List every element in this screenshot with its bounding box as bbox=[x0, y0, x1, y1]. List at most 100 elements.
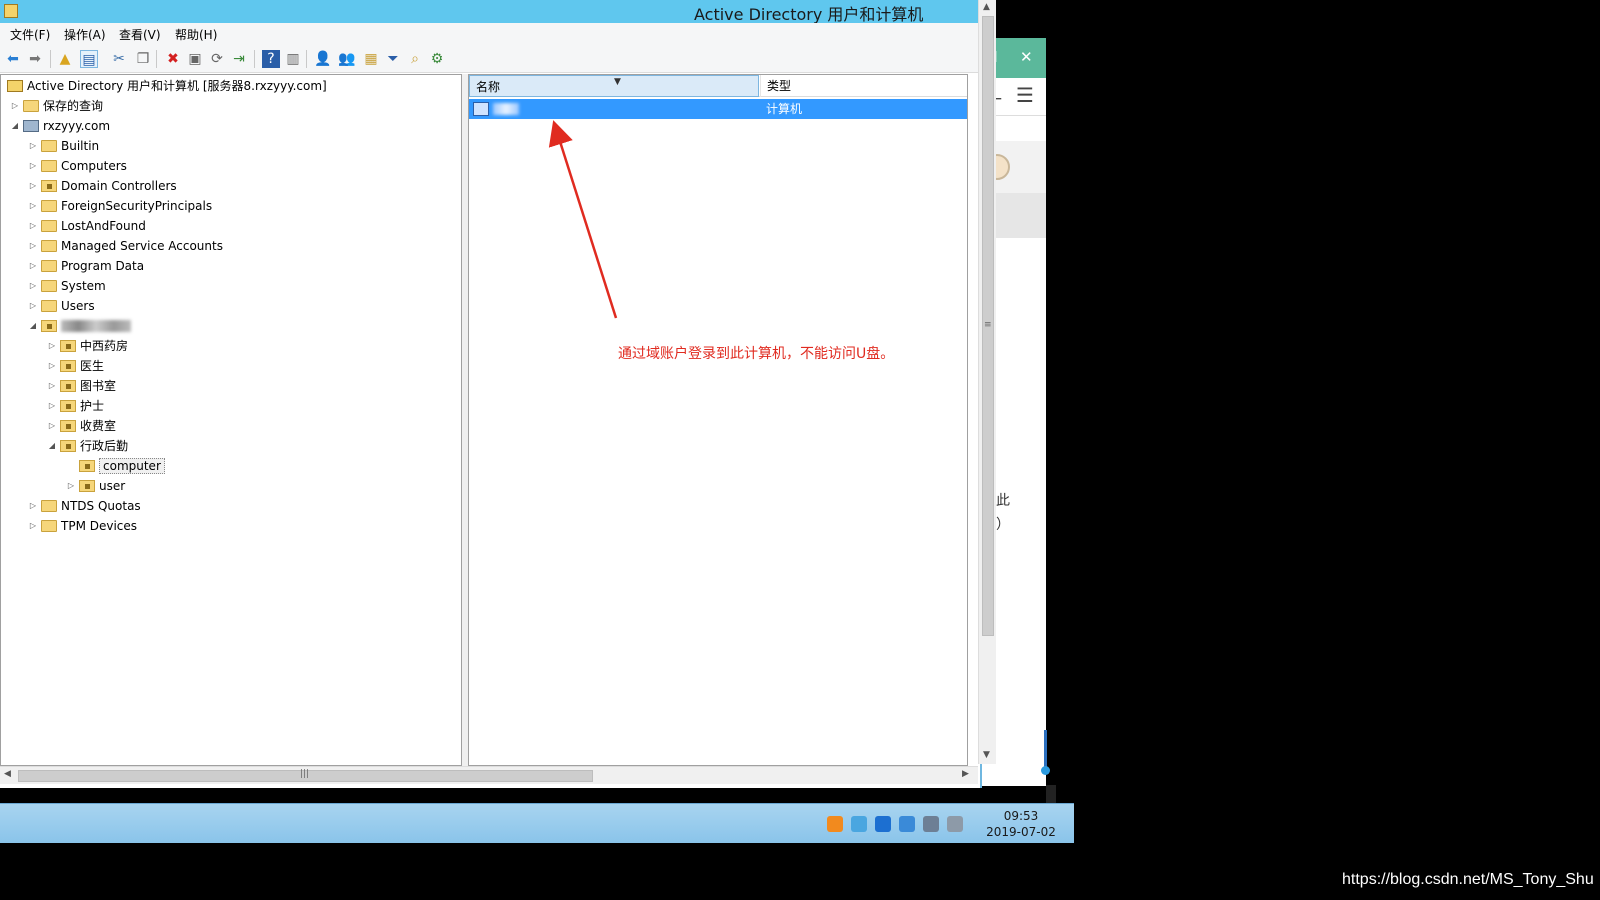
expand-arrow-icon[interactable]: ▷ bbox=[27, 296, 39, 316]
app-icon[interactable] bbox=[4, 4, 18, 18]
expand-arrow-icon[interactable]: ▷ bbox=[46, 356, 58, 376]
scroll-up-icon[interactable]: ▲ bbox=[983, 2, 990, 12]
new-group-icon[interactable]: 👥 bbox=[338, 50, 356, 68]
tree-item-program-data[interactable]: ▷ Program Data bbox=[27, 256, 144, 276]
tree-item-ou[interactable]: ▷ 中西药房 bbox=[46, 336, 128, 356]
tree-item-ou[interactable]: ▷ 护士 bbox=[46, 396, 104, 416]
expand-arrow-icon[interactable]: ▷ bbox=[27, 256, 39, 276]
tree-item-ou[interactable]: ◢ 行政后勤 bbox=[46, 436, 128, 456]
tree-item-ou[interactable]: ▷ 图书室 bbox=[46, 376, 116, 396]
expand-arrow-icon[interactable]: ▷ bbox=[27, 156, 39, 176]
tree-item-foreign-security-principals[interactable]: ▷ ForeignSecurityPrincipals bbox=[27, 196, 212, 216]
close-icon[interactable]: ✕ bbox=[1020, 48, 1033, 66]
taskbar-clock[interactable]: 09:53 2019-07-02 bbox=[976, 808, 1066, 840]
tree-item-tpm-devices[interactable]: ▷ TPM Devices bbox=[27, 516, 137, 536]
volume-muted-icon[interactable] bbox=[947, 816, 963, 832]
collapse-arrow-icon[interactable]: ◢ bbox=[27, 316, 39, 336]
tree-item-label: computer bbox=[99, 458, 165, 474]
tree-item-users[interactable]: ▷ Users bbox=[27, 296, 95, 316]
up-folder-icon[interactable]: ▲ bbox=[56, 50, 74, 68]
tree-item-root[interactable]: Active Directory 用户和计算机 [服务器8.rxzyyy.com… bbox=[5, 76, 327, 96]
menu-file[interactable]: 文件(F) bbox=[10, 26, 50, 43]
sync-tray-icon[interactable] bbox=[875, 816, 891, 832]
back-arrow-icon[interactable]: ⬅ bbox=[4, 50, 22, 68]
expand-arrow-icon[interactable]: ▷ bbox=[27, 516, 39, 536]
tree-item-label: Active Directory 用户和计算机 [服务器8.rxzyyy.com… bbox=[27, 79, 327, 93]
tree-item-computers[interactable]: ▷ Computers bbox=[27, 156, 127, 176]
delete-icon[interactable]: ✖ bbox=[164, 50, 182, 68]
expand-arrow-icon[interactable]: ▷ bbox=[27, 236, 39, 256]
find-icon[interactable]: ⌕ bbox=[406, 50, 424, 68]
expand-arrow-icon[interactable]: ▷ bbox=[27, 136, 39, 156]
tree-item-label: TPM Devices bbox=[61, 519, 138, 533]
folder-icon bbox=[41, 140, 57, 152]
column-header-type[interactable]: 类型 bbox=[760, 75, 967, 97]
expand-arrow-icon[interactable]: ▷ bbox=[27, 276, 39, 296]
folder-icon bbox=[41, 200, 57, 212]
tree-item-domain-controllers[interactable]: ▷ Domain Controllers bbox=[27, 176, 177, 196]
menu-view[interactable]: 查看(V) bbox=[119, 26, 161, 43]
list-item[interactable]: 计算机 bbox=[469, 99, 967, 119]
input-method-tray-icon[interactable] bbox=[899, 816, 915, 832]
export-list-icon[interactable]: ⇥ bbox=[230, 50, 248, 68]
tree-item-label: Computers bbox=[61, 159, 127, 173]
folder-icon bbox=[41, 240, 57, 252]
show-console-tree-icon[interactable]: ▤ bbox=[80, 50, 98, 68]
copy-icon[interactable]: ❐ bbox=[134, 50, 152, 68]
filter-icon[interactable]: ⏷ bbox=[384, 50, 402, 68]
expand-arrow-icon[interactable]: ▷ bbox=[9, 96, 21, 116]
background-slider-track[interactable] bbox=[1044, 730, 1047, 770]
tree-item-computer-ou[interactable]: computer bbox=[65, 456, 165, 476]
tree-item-user-ou[interactable]: ▷ user bbox=[65, 476, 125, 496]
tree-item-label: 中西药房 bbox=[80, 339, 129, 353]
ou-icon bbox=[60, 380, 76, 392]
horizontal-scrollbar[interactable]: ◀ ||| ▶ bbox=[0, 766, 978, 784]
expand-arrow-icon[interactable]: ▷ bbox=[46, 336, 58, 356]
security-tray-icon[interactable] bbox=[827, 816, 843, 832]
tree-item-domain[interactable]: ◢ rxzyyy.com bbox=[9, 116, 110, 136]
refresh-icon[interactable]: ⟳ bbox=[208, 50, 226, 68]
tree-item-redacted-ou[interactable]: ◢ bbox=[27, 316, 131, 336]
tree-item-saved-queries[interactable]: ▷ 保存的查询 bbox=[9, 96, 103, 116]
computer-icon bbox=[473, 102, 489, 116]
properties-icon[interactable]: ▣ bbox=[186, 50, 204, 68]
menu-help[interactable]: 帮助(H) bbox=[175, 26, 217, 43]
expand-arrow-icon[interactable]: ▷ bbox=[46, 376, 58, 396]
menu-action[interactable]: 操作(A) bbox=[64, 26, 106, 43]
help-icon[interactable]: ? bbox=[262, 50, 280, 68]
tree-item-ou[interactable]: ▷ 医生 bbox=[46, 356, 104, 376]
new-ou-icon[interactable]: ▦ bbox=[362, 50, 380, 68]
tree-item-ntds-quotas[interactable]: ▷ NTDS Quotas bbox=[27, 496, 141, 516]
background-slider-handle[interactable] bbox=[1041, 766, 1050, 775]
new-user-icon[interactable]: 👤 bbox=[314, 50, 332, 68]
cut-icon[interactable]: ✂ bbox=[110, 50, 128, 68]
folder-icon bbox=[41, 500, 57, 512]
cloud-tray-icon[interactable] bbox=[851, 816, 867, 832]
vertical-scrollbar[interactable]: ▲ ≡ ▼ bbox=[978, 0, 996, 764]
expand-arrow-icon[interactable]: ▷ bbox=[27, 216, 39, 236]
column-header-name[interactable]: 名称 ▼ bbox=[469, 75, 759, 97]
tree-item-builtin[interactable]: ▷ Builtin bbox=[27, 136, 99, 156]
expand-arrow-icon[interactable]: ▷ bbox=[46, 396, 58, 416]
scroll-left-icon[interactable]: ◀ bbox=[4, 769, 11, 779]
tree-item-ou[interactable]: ▷ 收费室 bbox=[46, 416, 116, 436]
tree-item-system[interactable]: ▷ System bbox=[27, 276, 106, 296]
scroll-right-icon[interactable]: ▶ bbox=[962, 769, 969, 779]
tree-item-label: Users bbox=[61, 299, 95, 313]
tree-item-managed-service-accounts[interactable]: ▷ Managed Service Accounts bbox=[27, 236, 223, 256]
expand-arrow-icon[interactable]: ▷ bbox=[46, 416, 58, 436]
expand-arrow-icon[interactable]: ▷ bbox=[27, 196, 39, 216]
hamburger-menu-icon[interactable]: ☰ bbox=[1016, 83, 1034, 107]
collapse-arrow-icon[interactable]: ◢ bbox=[9, 116, 21, 136]
expand-arrow-icon[interactable]: ▷ bbox=[27, 176, 39, 196]
ou-icon bbox=[60, 360, 76, 372]
network-tray-icon[interactable] bbox=[923, 816, 939, 832]
show-hide-action-pane-icon[interactable]: ▥ bbox=[284, 50, 302, 68]
expand-arrow-icon[interactable]: ▷ bbox=[27, 496, 39, 516]
scroll-down-icon[interactable]: ▼ bbox=[983, 750, 990, 760]
collapse-arrow-icon[interactable]: ◢ bbox=[46, 436, 58, 456]
tree-item-lost-and-found[interactable]: ▷ LostAndFound bbox=[27, 216, 146, 236]
add-to-group-icon[interactable]: ⚙ bbox=[428, 50, 446, 68]
expand-arrow-icon[interactable]: ▷ bbox=[65, 476, 77, 496]
forward-arrow-icon[interactable]: ➡ bbox=[26, 50, 44, 68]
